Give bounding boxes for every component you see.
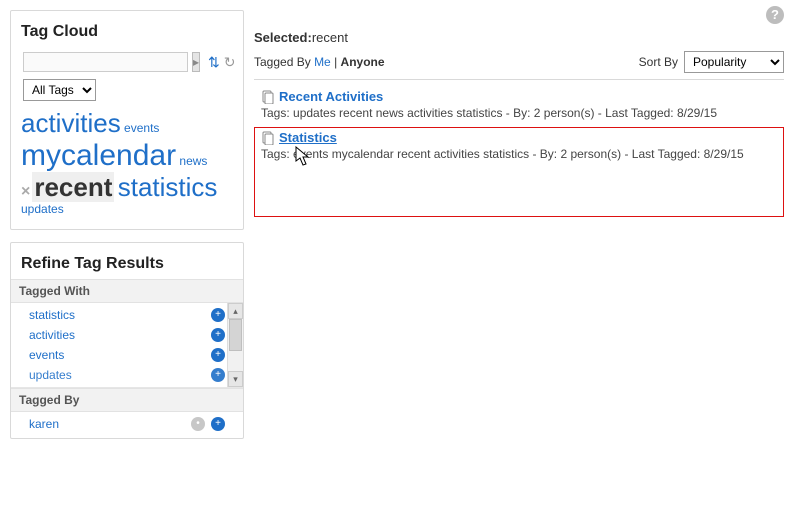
refine-tag-events[interactable]: events + [11, 345, 243, 365]
refine-tag-activities[interactable]: activities + [11, 325, 243, 345]
tag-news[interactable]: news [179, 154, 207, 168]
sort-icon[interactable]: ⇅ [208, 53, 220, 71]
refine-user-karen[interactable]: karen • + [11, 414, 243, 434]
result-meta: Tags: updates recent news activities sta… [261, 106, 777, 120]
add-filter-icon[interactable]: + [211, 417, 225, 431]
tagged-by-label: Tagged By [254, 55, 311, 69]
selected-label: Selected: [254, 30, 312, 45]
refine-item-label: activities [29, 328, 75, 342]
document-icon [261, 90, 275, 104]
tag-statistics[interactable]: statistics [118, 172, 218, 202]
tag-cloud: activities events mycalendar news ×recen… [11, 107, 243, 223]
refine-item-label: karen [29, 417, 59, 431]
clear-selected-tag-icon[interactable]: × [21, 183, 30, 200]
go-arrow-icon: ▸ [193, 55, 199, 69]
result-title: Statistics [279, 130, 337, 145]
result-title: Recent Activities [279, 89, 383, 104]
scroll-up-icon[interactable]: ▴ [228, 303, 243, 319]
refine-panel: Refine Tag Results Tagged With statistic… [10, 242, 244, 439]
tag-cloud-panel: Tag Cloud ▸ ⇅ ↻ All Tags activities even… [10, 10, 244, 230]
tag-events[interactable]: events [124, 121, 159, 135]
tag-activities[interactable]: activities [21, 108, 121, 138]
sortby-label: Sort By [639, 55, 678, 69]
refine-item-label: events [29, 348, 64, 362]
tagged-by-anyone[interactable]: Anyone [341, 55, 385, 69]
refine-item-label: statistics [29, 308, 75, 322]
tag-search-input[interactable] [23, 52, 188, 72]
add-filter-icon[interactable]: + [211, 308, 225, 322]
result-recent-activities: Recent Activities Tags: updates recent n… [254, 86, 784, 127]
scroll-track[interactable] [228, 319, 243, 371]
tagged-by-sep: | [334, 55, 337, 69]
go-button[interactable]: ▸ [192, 52, 200, 72]
scroll-thumb[interactable] [229, 319, 242, 351]
selected-summary: Selected:recent [254, 30, 784, 45]
sortby-select[interactable]: Popularity [684, 51, 784, 73]
results-separator [254, 79, 784, 80]
tagged-by-me-link[interactable]: Me [314, 55, 331, 69]
tag-cloud-title: Tag Cloud [11, 11, 243, 47]
tagged-by-header: Tagged By [11, 388, 243, 412]
result-meta: Tags: events mycalendar recent activitie… [261, 147, 777, 161]
refresh-icon[interactable]: ↻ [224, 53, 236, 71]
result-statistics: Statistics Tags: events mycalendar recen… [254, 127, 784, 217]
refine-title: Refine Tag Results [11, 243, 243, 279]
result-title-link[interactable]: Recent Activities [261, 89, 777, 104]
result-title-link[interactable]: Statistics [261, 130, 777, 145]
add-filter-icon[interactable]: + [211, 348, 225, 362]
refine-scrollbar[interactable]: ▴ ▾ [227, 303, 243, 387]
refine-item-label: updates [29, 368, 72, 382]
tag-filter-select[interactable]: All Tags [23, 79, 96, 101]
refine-tag-statistics[interactable]: statistics + [11, 305, 243, 325]
add-filter-icon[interactable]: + [211, 328, 225, 342]
tag-updates[interactable]: updates [21, 202, 64, 216]
add-filter-icon[interactable]: + [211, 368, 225, 382]
selected-value: recent [312, 30, 348, 45]
tag-recent-selected[interactable]: recent [32, 172, 114, 202]
tag-mycalendar[interactable]: mycalendar [21, 139, 176, 172]
scroll-down-icon[interactable]: ▾ [228, 371, 243, 387]
user-radio-icon[interactable]: • [191, 417, 205, 431]
refine-tag-updates[interactable]: updates + [11, 365, 243, 385]
tagged-with-header: Tagged With [11, 279, 243, 303]
document-icon [261, 131, 275, 145]
